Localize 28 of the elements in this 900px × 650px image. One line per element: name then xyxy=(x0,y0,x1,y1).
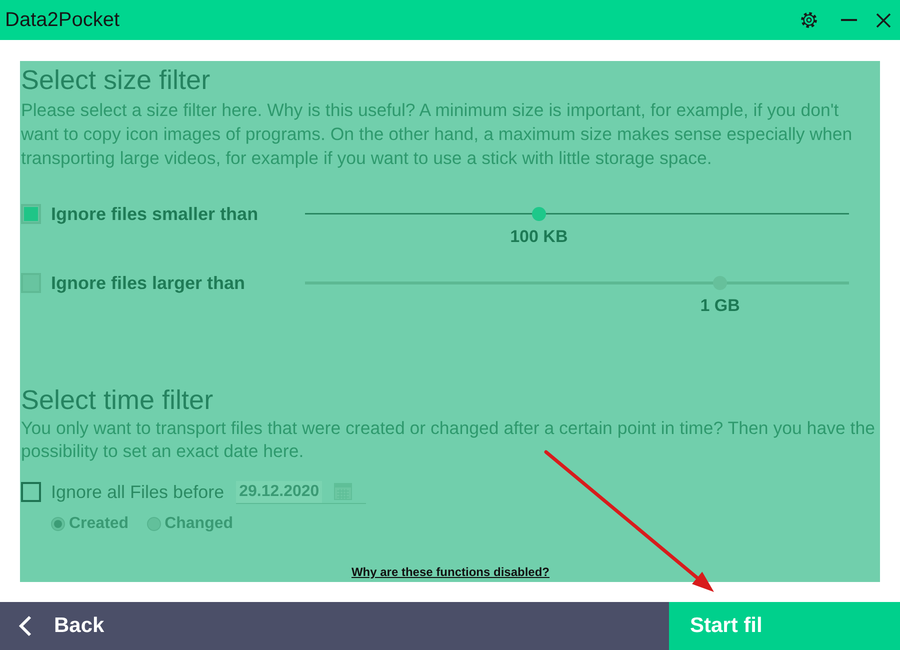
minimize-icon xyxy=(841,19,857,21)
section-title: Select time filter xyxy=(21,384,214,416)
chevron-left-icon xyxy=(18,615,32,637)
radio-icon[interactable] xyxy=(51,517,65,531)
slider-value: 100 KB xyxy=(510,228,568,246)
slider-value: 1 GB xyxy=(700,297,740,315)
close-icon xyxy=(876,12,890,28)
back-button[interactable]: Back xyxy=(0,602,104,650)
checkbox[interactable] xyxy=(21,482,41,502)
window-title: Data2Pocket xyxy=(4,8,120,32)
slider-thumb[interactable] xyxy=(713,276,728,290)
date-field[interactable]: 29.12.2020 xyxy=(236,480,366,504)
checkbox[interactable] xyxy=(21,204,41,224)
date-value: 29.12.2020 xyxy=(236,480,322,502)
slider-thumb[interactable] xyxy=(532,207,546,221)
checkbox-label: Ignore files smaller than xyxy=(51,203,258,225)
radio-option[interactable]: Created xyxy=(51,515,129,533)
radio-option[interactable]: Changed xyxy=(146,515,234,533)
radio-icon[interactable] xyxy=(146,517,161,531)
section-title: Select size filter xyxy=(21,64,212,96)
start-button[interactable]: Start fil xyxy=(669,602,900,650)
help-link[interactable]: Why are these functions disabled? xyxy=(351,565,550,579)
checkbox[interactable] xyxy=(21,273,41,293)
settings-icon xyxy=(800,11,818,29)
checkbox-label: Ignore all Files before xyxy=(51,481,224,503)
checkbox-label: Ignore files larger than xyxy=(51,272,246,294)
description-text: You only want to transport files that were created or changed after a certain point in time? Then you have the possibility to set an exact date here. xyxy=(21,417,876,463)
description-text: Please select a size filter here. Why is this useful? A minimum size is important, for example, if you don't want to copy icon images of programs. On the other hand, a maximum size makes sense especially when transporting large videos, for example if you want to use a stick with little storage space. xyxy=(21,99,854,170)
